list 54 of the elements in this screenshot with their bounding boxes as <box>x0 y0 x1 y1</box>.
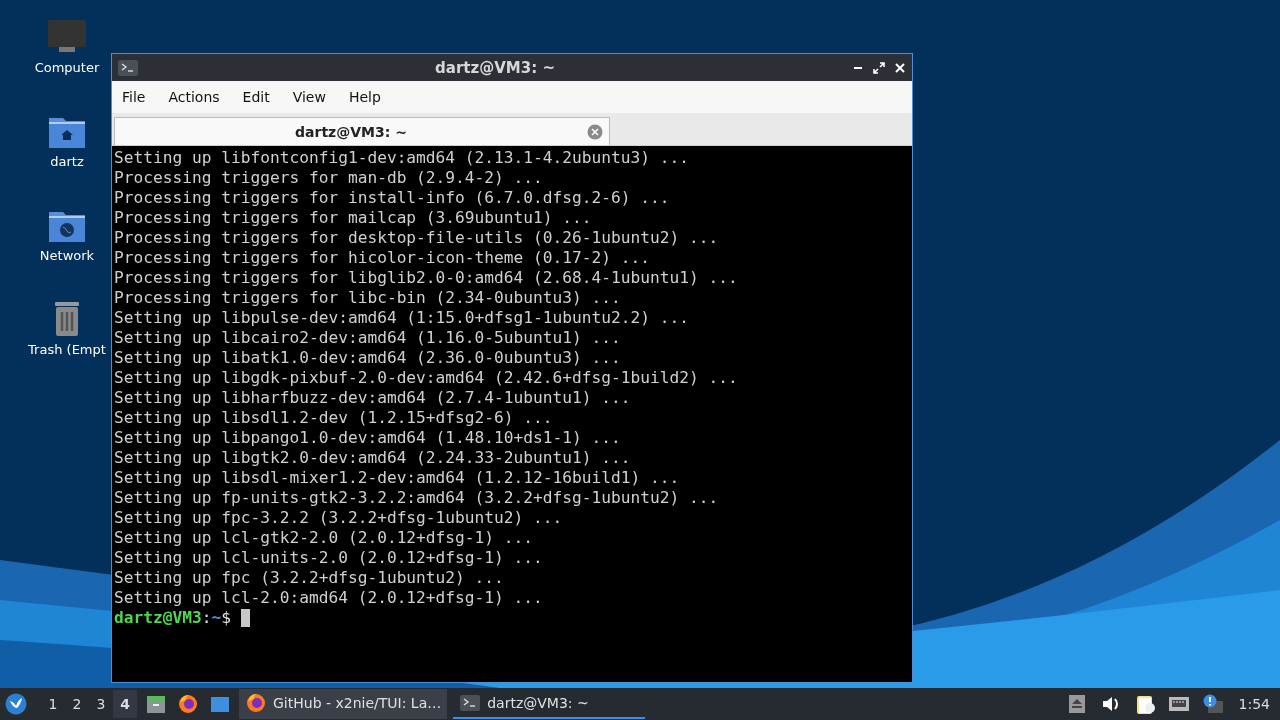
terminal-tab[interactable]: dartz@VM3: ~ <box>114 117 610 145</box>
prompt-separator: : <box>201 608 212 628</box>
workspace-button[interactable]: 2 <box>65 690 89 718</box>
terminal-line: Setting up libsdl-mixer1.2-dev:amd64 (1.2.12-16build1) ... <box>114 468 681 488</box>
menu-item[interactable]: View <box>284 85 334 109</box>
terminal-line: Processing triggers for libc-bin (2.34-0ubuntu3) ... <box>114 288 622 308</box>
icon-label[interactable]: Trash (Empt <box>28 342 106 357</box>
terminal-line: Setting up libfontconfig1-dev:amd64 (2.13.1-4.2ubuntu3) ... <box>114 148 690 168</box>
terminal-icon <box>459 692 482 714</box>
terminal-line: Setting up libharfbuzz-dev:amd64 (2.7.4-1ubuntu1) ... <box>114 388 632 408</box>
icon-label[interactable]: dartz <box>50 154 84 169</box>
terminal-line: Processing triggers for libglib2.0-0:amd64 (2.68.4-1ubuntu1) ... <box>114 268 739 288</box>
terminal-line: Setting up libcairo2-dev:amd64 (1.16.0-5ubuntu1) ... <box>114 328 622 348</box>
notification-icon[interactable] <box>1201 693 1224 715</box>
menu-item[interactable]: File <box>114 85 154 109</box>
icon-label[interactable]: Computer <box>34 60 100 75</box>
close-icon[interactable] <box>894 61 906 74</box>
workspace-button[interactable]: 3 <box>89 690 113 718</box>
maximize-icon[interactable] <box>873 61 885 74</box>
prompt-path: ~ <box>211 608 222 628</box>
terminal-line: Processing triggers for desktop-file-utils (0.26-1ubuntu2) ... <box>114 228 720 248</box>
terminal-line: Setting up fp-units-gtk2-3.2.2:amd64 (3.2.2+dfsg-1ubuntu2) ... <box>114 488 720 508</box>
file-cabinet-icon[interactable] <box>145 693 167 715</box>
terminal-line: Setting up libpulse-dev:amd64 (1:15.0+dfsg1-1ubuntu2.2) ... <box>114 308 690 328</box>
terminal-line: Processing triggers for man-db (2.9.4-2) ... <box>114 168 544 188</box>
text-cursor <box>240 609 250 627</box>
menu-item[interactable]: Edit <box>234 85 278 109</box>
prompt-symbol: $ <box>221 608 231 628</box>
terminal-line: Processing triggers for install-info (6.7.0.dfsg.2-6) ... <box>114 188 671 208</box>
window-title: dartz@VM3: ~ <box>434 58 556 77</box>
firefox-icon <box>245 692 267 714</box>
firefox-icon[interactable] <box>177 693 199 715</box>
terminal-line: Setting up lcl-gtk2-2.0 (2.0.12+dfsg-1) ... <box>114 528 535 548</box>
terminal-line: Processing triggers for mailcap (3.69ubuntu1) ... <box>114 208 593 228</box>
terminal-line: Setting up libpango1.0-dev:amd64 (1.48.10+ds1-1) ... <box>114 428 622 448</box>
terminal-line: Processing triggers for hicolor-icon-theme (0.17-2) ... <box>114 248 651 268</box>
menu-item[interactable]: Actions <box>160 85 228 109</box>
icon-label[interactable]: Network <box>39 248 95 263</box>
terminal-line: Setting up fpc (3.2.2+dfsg-1ubuntu2) ... <box>114 568 505 588</box>
prompt-user: dartz@VM3 <box>114 608 202 628</box>
terminal-line: Setting up libgtk2.0-dev:amd64 (2.24.33-2ubuntu1) ... <box>114 448 632 468</box>
workspace-button[interactable]: 1 <box>41 690 65 718</box>
terminal-icon <box>118 59 138 76</box>
terminal-line: Setting up libgdk-pixbuf-2.0-dev:amd64 (2.42.6+dfsg-1build2) ... <box>114 368 739 388</box>
taskbar-button[interactable]: dartz@VM3: ~ <box>453 689 646 719</box>
clock[interactable]: 1:54 <box>1238 696 1270 712</box>
terminal-line: Setting up libsdl1.2-dev (1.2.15+dfsg2-6) ... <box>114 408 554 428</box>
taskbar-button[interactable]: GitHub - x2nie/TUI: La… <box>239 689 448 719</box>
terminal-line: Setting up lcl-units-2.0 (2.0.12+dfsg-1) ... <box>114 548 544 568</box>
workspace-button[interactable]: 4 <box>113 690 137 718</box>
terminal-line: Setting up fpc-3.2.2 (3.2.2+dfsg-1ubuntu2) ... <box>114 508 564 528</box>
menu-item[interactable]: Help <box>340 85 389 109</box>
terminal-line: Setting up libatk1.0-dev:amd64 (2.36.0-0ubuntu3) ... <box>114 348 622 368</box>
terminal-line: Setting up lcl-2.0:amd64 (2.0.12+dfsg-1) ... <box>114 588 544 608</box>
